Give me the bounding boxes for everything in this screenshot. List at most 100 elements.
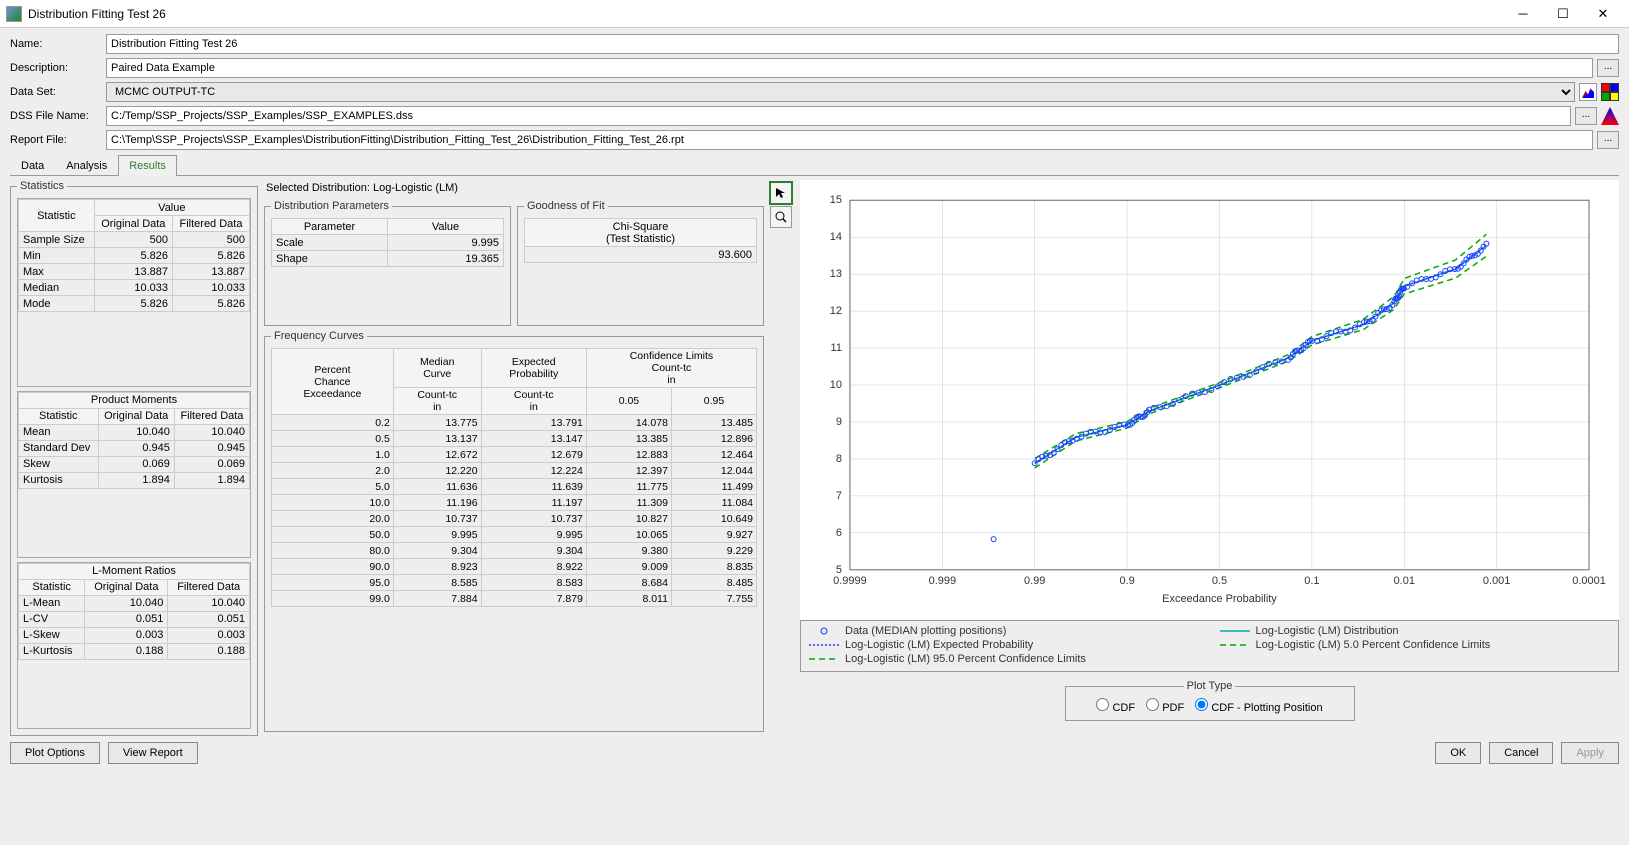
table-row: Mean10.04010.040 xyxy=(19,424,250,440)
lm-header: L-Moment Ratios xyxy=(19,563,250,579)
svg-text:8: 8 xyxy=(836,453,842,465)
svg-text:0.99: 0.99 xyxy=(1024,575,1045,587)
legend-95pct: Log-Logistic (LM) 95.0 Percent Confidenc… xyxy=(845,653,1086,665)
svg-text:0.1: 0.1 xyxy=(1304,575,1319,587)
pm-header: Product Moments xyxy=(19,392,250,408)
view-report-button[interactable]: View Report xyxy=(108,742,198,764)
radio-cdf-plotting[interactable]: CDF - Plotting Position xyxy=(1195,702,1322,714)
table-row: 80.09.3049.3049.3809.229 xyxy=(272,543,757,559)
dist-parameters-panel: Distribution Parameters ParameterValue S… xyxy=(264,200,511,326)
cancel-button[interactable]: Cancel xyxy=(1489,742,1553,764)
svg-text:0.5: 0.5 xyxy=(1212,575,1227,587)
gof-table: Chi-Square(Test Statistic) 93.600 xyxy=(524,218,757,263)
svg-text:0.9999: 0.9999 xyxy=(833,575,867,587)
dssfile-input[interactable] xyxy=(106,106,1571,126)
ok-button[interactable]: OK xyxy=(1435,742,1481,764)
dataset-select[interactable]: MCMC OUTPUT-TC xyxy=(106,82,1575,102)
statistics-panel: Statistics StatisticValue Original DataF… xyxy=(10,180,258,736)
svg-text:0.0001: 0.0001 xyxy=(1572,575,1606,587)
radio-pdf[interactable]: PDF xyxy=(1146,702,1184,714)
goodness-of-fit-panel: Goodness of Fit Chi-Square(Test Statisti… xyxy=(517,200,764,326)
svg-text:0.9: 0.9 xyxy=(1119,575,1134,587)
description-input[interactable] xyxy=(106,58,1593,78)
tabs: Data Analysis Results xyxy=(10,154,1619,176)
dataset-label: Data Set: xyxy=(10,86,102,98)
grid-icon[interactable] xyxy=(1601,83,1619,101)
svg-text:6: 6 xyxy=(836,527,842,539)
maximize-button[interactable]: ☐ xyxy=(1543,1,1583,27)
svg-text:15: 15 xyxy=(830,194,842,206)
selected-distribution-label: Selected Distribution: Log-Logistic (LM) xyxy=(264,180,764,196)
col-value: Value xyxy=(94,200,249,216)
table-row: Skew0.0690.069 xyxy=(19,456,250,472)
dss-icon[interactable] xyxy=(1601,107,1619,125)
plot-type-panel: Plot Type CDF PDF CDF - Plotting Positio… xyxy=(1065,680,1355,721)
table-row: Max13.88713.887 xyxy=(19,264,250,280)
chart-svg: 567891011121314150.99990.9990.990.90.50.… xyxy=(800,180,1619,620)
minimize-button[interactable]: ─ xyxy=(1503,1,1543,27)
radio-cdf[interactable]: CDF xyxy=(1096,702,1135,714)
reportfile-browse-button[interactable]: ... xyxy=(1597,131,1619,149)
chart-area[interactable]: 567891011121314150.99990.9990.990.90.50.… xyxy=(800,180,1619,620)
gof-value: 93.600 xyxy=(525,247,757,263)
svg-text:11: 11 xyxy=(831,342,842,354)
table-row: 90.08.9238.9229.0098.835 xyxy=(272,559,757,575)
statistics-table: StatisticValue Original DataFiltered Dat… xyxy=(18,199,250,312)
table-row: 0.513.13713.14713.38512.896 xyxy=(272,431,757,447)
table-row: 0.213.77513.79114.07813.485 xyxy=(272,415,757,431)
table-row: L-Skew0.0030.003 xyxy=(19,627,250,643)
legend-data: Data (MEDIAN plotting positions) xyxy=(845,625,1006,637)
table-row: 10.011.19611.19711.30911.084 xyxy=(272,495,757,511)
table-row: Standard Dev0.9450.945 xyxy=(19,440,250,456)
svg-text:0.001: 0.001 xyxy=(1483,575,1510,587)
description-browse-button[interactable]: ... xyxy=(1597,59,1619,77)
reportfile-input[interactable] xyxy=(106,130,1593,150)
table-row: Scale9.995 xyxy=(272,235,504,251)
tab-results[interactable]: Results xyxy=(118,155,177,176)
table-row: Sample Size500500 xyxy=(19,232,250,248)
svg-text:0.999: 0.999 xyxy=(929,575,956,587)
lmoment-table: L-Moment Ratios StatisticOriginal DataFi… xyxy=(18,563,250,660)
apply-button[interactable]: Apply xyxy=(1561,742,1619,764)
description-label: Description: xyxy=(10,62,102,74)
table-row: 20.010.73710.73710.82710.649 xyxy=(272,511,757,527)
svg-text:Exceedance Probability: Exceedance Probability xyxy=(1162,593,1277,605)
frequency-curves-panel: Frequency Curves PercentChanceExceedance… xyxy=(264,330,764,732)
svg-text:0.01: 0.01 xyxy=(1394,575,1415,587)
svg-text:7: 7 xyxy=(836,490,842,502)
table-row: Shape19.365 xyxy=(272,251,504,267)
app-icon xyxy=(6,6,22,22)
table-row: Median10.03310.033 xyxy=(19,280,250,296)
svg-text:14: 14 xyxy=(830,231,842,243)
plot-icon[interactable] xyxy=(1579,83,1597,101)
legend-dist: Log-Logistic (LM) Distribution xyxy=(1256,625,1399,637)
table-row: 99.07.8847.8798.0117.755 xyxy=(272,591,757,607)
table-row: Kurtosis1.8941.894 xyxy=(19,472,250,488)
name-input[interactable] xyxy=(106,34,1619,54)
dssfile-browse-button[interactable]: ... xyxy=(1575,107,1597,125)
svg-text:10: 10 xyxy=(830,379,842,391)
titlebar: Distribution Fitting Test 26 ─ ☐ ✕ xyxy=(0,0,1629,28)
table-row: L-Kurtosis0.1880.188 xyxy=(19,643,250,659)
zoom-tool[interactable] xyxy=(770,206,792,228)
statistics-legend: Statistics xyxy=(17,180,67,192)
table-row: 2.012.22012.22412.39712.044 xyxy=(272,463,757,479)
tab-analysis[interactable]: Analysis xyxy=(55,155,118,176)
tab-data[interactable]: Data xyxy=(10,155,55,176)
table-row: 95.08.5858.5838.6848.485 xyxy=(272,575,757,591)
col-original: Original Data xyxy=(94,216,172,232)
table-row: 1.012.67212.67912.88312.464 xyxy=(272,447,757,463)
plot-options-button[interactable]: Plot Options xyxy=(10,742,100,764)
chart-legend: Data (MEDIAN plotting positions) Log-Log… xyxy=(800,620,1619,672)
table-row: Min5.8265.826 xyxy=(19,248,250,264)
svg-text:9: 9 xyxy=(836,416,842,428)
svg-text:13: 13 xyxy=(830,268,842,280)
legend-expected: Log-Logistic (LM) Expected Probability xyxy=(845,639,1033,651)
pointer-icon xyxy=(775,187,787,199)
dist-parameters-table: ParameterValue Scale9.995Shape19.365 xyxy=(271,218,504,267)
table-row: 5.011.63611.63911.77511.499 xyxy=(272,479,757,495)
close-button[interactable]: ✕ xyxy=(1583,1,1623,27)
legend-5pct: Log-Logistic (LM) 5.0 Percent Confidence… xyxy=(1256,639,1491,651)
table-row: L-CV0.0510.051 xyxy=(19,611,250,627)
pointer-tool[interactable] xyxy=(770,182,792,204)
